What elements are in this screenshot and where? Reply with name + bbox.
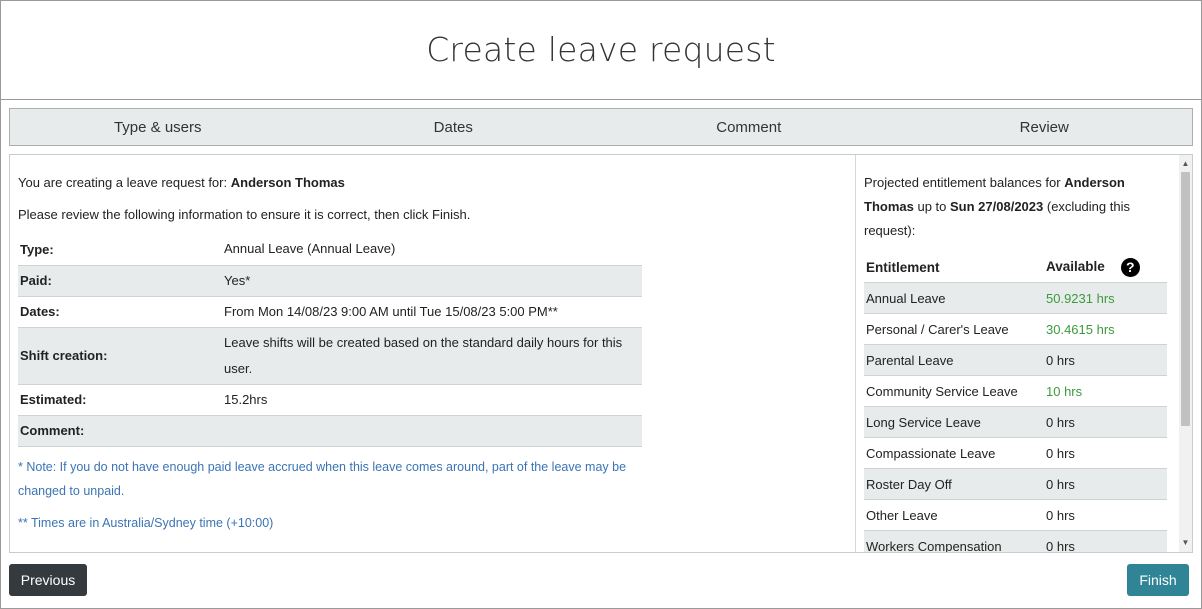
entitlement-available: 10 hrs [1044,375,1167,407]
table-row: Community Service Leave 10 hrs [864,375,1167,407]
review-panel: You are creating a leave request for: An… [9,154,1193,553]
finish-button[interactable]: Finish [1127,564,1189,596]
unpaid-note: * Note: If you do not have enough paid l… [18,460,627,498]
row-value-shift-creation: Leave shifts will be created based on th… [222,327,642,385]
entitlement-name: Roster Day Off [864,468,1044,500]
intro-line: You are creating a leave request for: An… [18,175,345,190]
entitlement-available: 50.9231 hrs [1044,282,1167,314]
step-type-users[interactable]: Type & users [10,109,306,145]
available-column-header: Available? [1044,252,1167,283]
entitlement-available: 0 hrs [1044,468,1167,500]
header: Create leave request [1,1,1201,100]
entitlement-name: Workers Compensation [864,530,1044,552]
intro-user-name: Anderson Thomas [230,175,345,190]
entitlement-available: 0 hrs [1044,406,1167,438]
entitlement-available: 0 hrs [1044,530,1167,552]
entitlement-name: Compassionate Leave [864,437,1044,469]
instruction-text: Please review the following information … [18,207,471,222]
row-value-type: Annual Leave (Annual Leave) [222,234,642,266]
projection-up-to: up to [917,199,947,214]
table-row: Long Service Leave 0 hrs [864,406,1167,438]
step-review[interactable]: Review [897,109,1193,145]
table-row: Roster Day Off 0 hrs [864,468,1167,500]
table-row: Workers Compensation 0 hrs [864,530,1167,552]
scroll-thumb[interactable] [1181,172,1190,426]
table-row: Compassionate Leave 0 hrs [864,437,1167,469]
entitlement-name: Parental Leave [864,344,1044,376]
request-summary: You are creating a leave request for: An… [10,155,856,552]
wizard-steps: Type & users Dates Comment Review [9,108,1193,146]
table-row: Parental Leave 0 hrs [864,344,1167,376]
scroll-down-arrow-icon[interactable]: ▼ [1179,536,1192,550]
table-row: Estimated: 15.2hrs [18,384,642,416]
page-title: Create leave request [426,30,776,69]
table-row: Annual Leave 50.9231 hrs [864,282,1167,314]
table-row: Paid: Yes* [18,265,642,297]
intro-prefix: You are creating a leave request for: [18,175,228,190]
row-label-comment: Comment: [18,415,222,447]
table-row: Comment: [18,415,642,447]
entitlement-name: Personal / Carer's Leave [864,313,1044,345]
entitlements-header-row: Entitlement Available? [864,252,1167,283]
entitlements-panel[interactable]: Projected entitlement balances for Ander… [856,155,1178,552]
entitlement-column-header: Entitlement [864,252,1044,283]
projection-prefix: Projected entitlement balances for [864,175,1061,190]
entitlement-name: Community Service Leave [864,375,1044,407]
table-row: Personal / Carer's Leave 30.4615 hrs [864,313,1167,345]
table-row: Dates: From Mon 14/08/23 9:00 AM until T… [18,296,642,328]
entitlements-table: Entitlement Available? Annual Leave 50.9… [864,252,1167,552]
row-label-type: Type: [18,234,222,266]
row-value-paid: Yes* [222,265,642,297]
table-row: Shift creation: Leave shifts will be cre… [18,327,642,385]
entitlement-name: Long Service Leave [864,406,1044,438]
scroll-up-arrow-icon[interactable]: ▲ [1179,157,1192,171]
row-value-dates: From Mon 14/08/23 9:00 AM until Tue 15/0… [222,296,642,328]
table-row: Type: Annual Leave (Annual Leave) [18,234,642,266]
row-value-estimated: 15.2hrs [222,384,642,416]
entitlement-available: 0 hrs [1044,437,1167,469]
entitlement-available: 0 hrs [1044,344,1167,376]
entitlements-scrollbar[interactable]: ▲ ▼ [1179,155,1192,552]
summary-table: Type: Annual Leave (Annual Leave) Paid: … [18,234,642,447]
step-comment[interactable]: Comment [601,109,897,145]
entitlement-name: Annual Leave [864,282,1044,314]
previous-button[interactable]: Previous [9,564,87,596]
row-label-dates: Dates: [18,296,222,328]
available-header-label: Available [1046,258,1105,274]
entitlement-name: Other Leave [864,499,1044,531]
table-row: Other Leave 0 hrs [864,499,1167,531]
row-label-estimated: Estimated: [18,384,222,416]
step-dates[interactable]: Dates [306,109,602,145]
projection-text: Projected entitlement balances for Ander… [864,171,1164,243]
entitlement-available: 30.4615 hrs [1044,313,1167,345]
row-value-comment [222,415,642,447]
row-label-paid: Paid: [18,265,222,297]
projection-date: Sun 27/08/2023 [950,199,1044,214]
row-label-shift-creation: Shift creation: [18,327,222,385]
entitlement-available: 0 hrs [1044,499,1167,531]
help-icon[interactable]: ? [1120,257,1140,277]
timezone-note: ** Times are in Australia/Sydney time (+… [18,516,274,530]
